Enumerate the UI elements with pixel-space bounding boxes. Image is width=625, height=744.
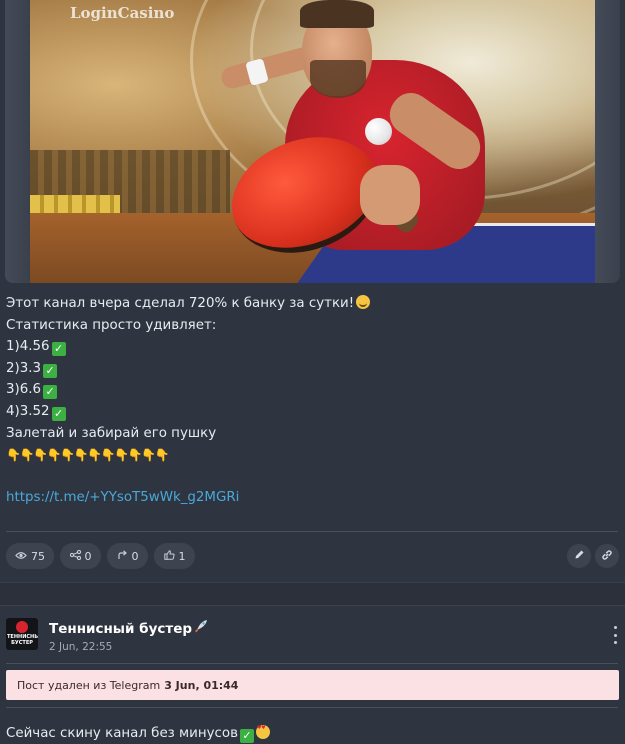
check-mark-icon: ✓: [43, 385, 58, 400]
pointing-down-icon: 👇: [114, 447, 129, 462]
views-counter[interactable]: 75: [6, 543, 54, 569]
pointing-down-icon: 👇: [46, 447, 62, 462]
post-text: Этот канал вчера сделал 720% к банку за …: [6, 293, 616, 509]
post-separator: [0, 582, 625, 606]
check-mark-icon: ✓: [43, 363, 58, 378]
forwards-counter[interactable]: 0: [107, 543, 148, 569]
pointing-down-icon: 👇: [100, 447, 116, 462]
post-date: 2 Jun, 22:55: [49, 641, 113, 653]
image-blur-left: [5, 0, 30, 283]
ping-pong-ball: [365, 118, 392, 145]
thumbs-up-icon: [163, 549, 175, 563]
shares-count: 0: [84, 549, 92, 563]
text-line: https://t.me/+YYsoT5wWk_g2MGRi: [6, 487, 616, 509]
pointing-down-row: 👇 👇 👇 👇 👇 👇 👇 👇 👇 👇 👇 👇: [6, 444, 616, 466]
link-icon: [601, 549, 613, 564]
pointing-down-icon: 👇: [33, 447, 48, 462]
image-watermark: LoginCasino: [70, 4, 175, 22]
channel-link[interactable]: https://t.me/+YYsoT5wWk_g2MGRi: [6, 490, 239, 505]
rocket-icon: [194, 619, 208, 636]
next-post-text: Сейчас скину канал без минусов ✓: [6, 725, 270, 743]
text-line: 2)3.3 ✓: [6, 358, 616, 380]
player-hair: [300, 0, 374, 28]
forwards-count: 0: [131, 549, 139, 563]
text-line: 4)3.52 ✓: [6, 401, 616, 423]
views-count: 75: [31, 549, 45, 563]
pointing-down-icon: 👇: [127, 447, 143, 462]
divider: [6, 707, 618, 708]
pointing-down-icon: 👇: [73, 447, 89, 462]
copy-link-button[interactable]: [595, 544, 619, 568]
channel-name[interactable]: Теннисный бустер: [49, 619, 208, 637]
deleted-date: 3 Jun, 01:44: [164, 678, 239, 692]
pointing-down-icon: 👇: [6, 447, 21, 462]
pointing-down-icon: 👇: [141, 447, 156, 462]
ball-logo-icon: [16, 621, 28, 633]
heart-eyes-emoji-icon: [256, 725, 270, 739]
image-blur-right: [595, 0, 620, 283]
eye-icon: [15, 550, 27, 563]
deleted-notice-text: Пост удален из Telegram: [17, 678, 161, 692]
deleted-notice: Пост удален из Telegram 3 Jun, 01:44: [6, 670, 619, 700]
pencil-icon: [574, 549, 585, 563]
post-image[interactable]: LoginCasino: [5, 0, 620, 283]
check-mark-icon: ✓: [240, 729, 254, 743]
channel-avatar[interactable]: ТЕННИСНЫЙ БУСТЕР: [6, 618, 38, 650]
pointing-down-icon: 👇: [154, 447, 170, 462]
share-icon: [69, 549, 81, 563]
more-options-icon[interactable]: [612, 626, 618, 644]
pointing-down-icon: 👇: [19, 447, 35, 462]
likes-counter[interactable]: 1: [154, 543, 195, 569]
edit-button[interactable]: [567, 544, 591, 568]
grinning-emoji-icon: [356, 295, 371, 309]
player-hand: [360, 165, 420, 225]
text-line: Этот канал вчера сделал 720% к банку за …: [6, 293, 616, 315]
text-line: 1)4.56 ✓: [6, 336, 616, 358]
shares-counter[interactable]: 0: [60, 543, 101, 569]
divider: [6, 663, 618, 664]
check-mark-icon: ✓: [51, 406, 66, 421]
divider: [6, 531, 618, 532]
tennis-player-photo: LoginCasino: [30, 0, 595, 283]
pointing-down-icon: 👇: [60, 447, 75, 462]
text-line: 3)6.6 ✓: [6, 379, 616, 401]
pointing-down-icon: 👇: [87, 447, 102, 462]
text-line: Статистика просто удивляет:: [6, 317, 217, 333]
player-beard: [310, 60, 366, 98]
check-mark-icon: ✓: [51, 342, 66, 357]
avatar-label: ТЕННИСНЫЙ БУСТЕР: [7, 634, 38, 646]
likes-count: 1: [178, 549, 186, 563]
text-line: Залетай и забирай его пушку: [6, 425, 217, 441]
forward-arrow-icon: [117, 549, 128, 563]
